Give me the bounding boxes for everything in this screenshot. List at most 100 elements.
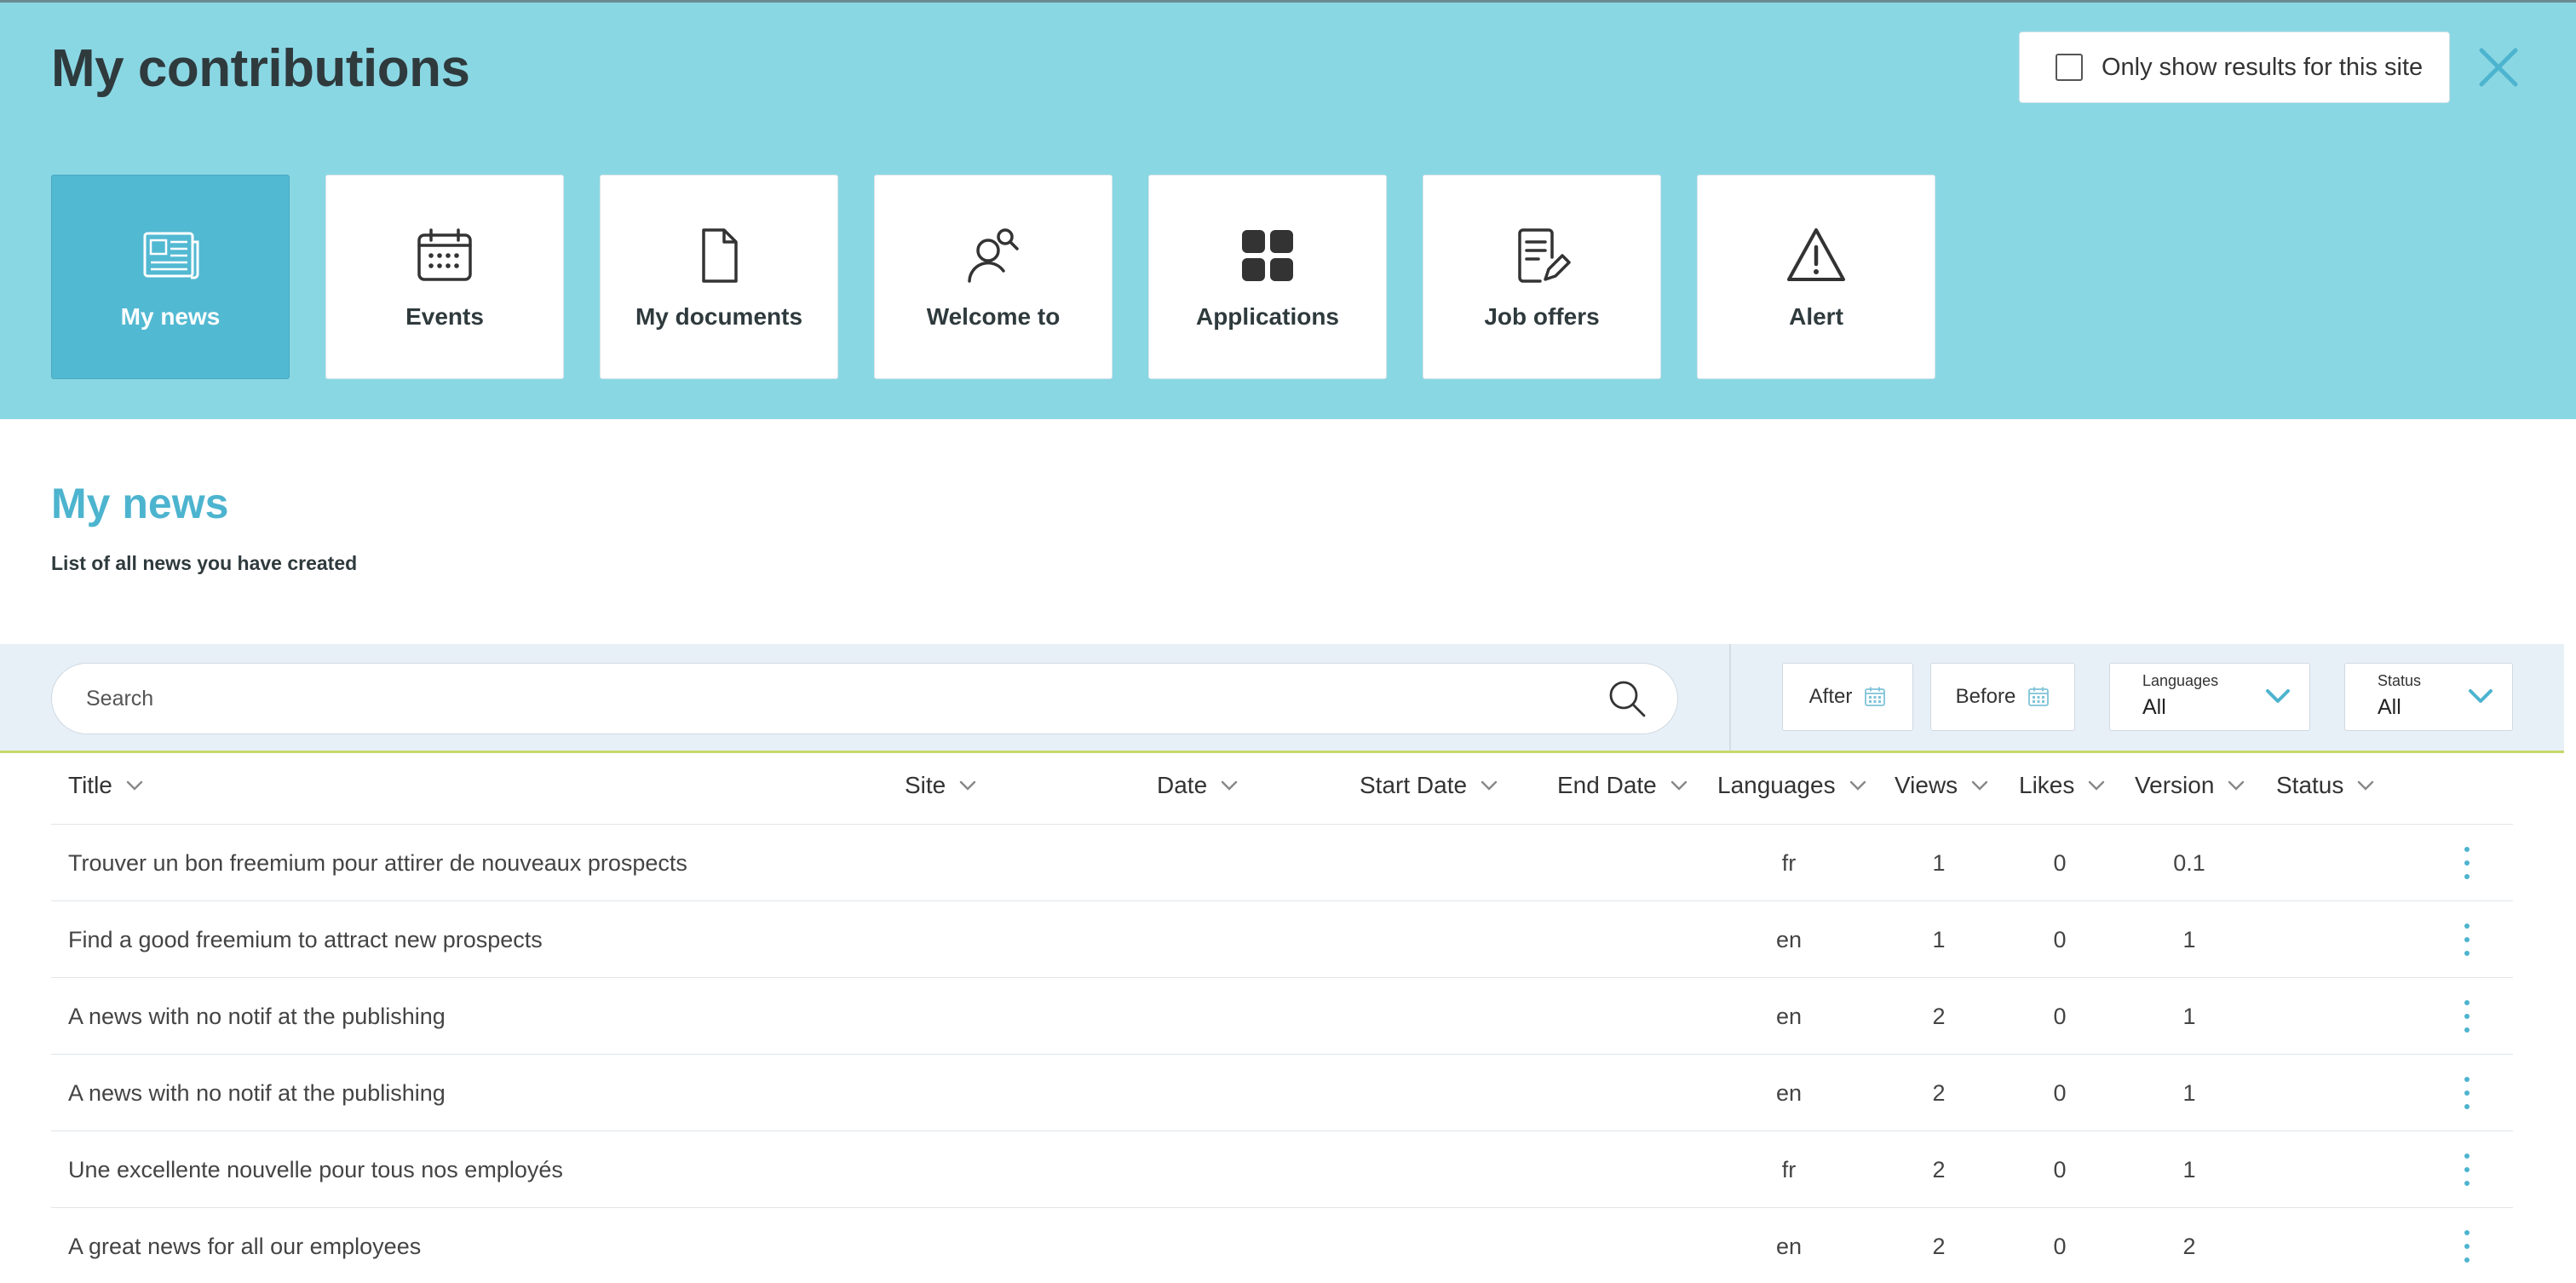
- table-body: Trouver un bon freemium pour attirer de …: [51, 825, 2513, 1283]
- tile-job-offers[interactable]: Job offers: [1423, 175, 1661, 379]
- tile-label: Job offers: [1484, 303, 1600, 330]
- status-select-label: Status: [2378, 672, 2422, 689]
- sort-chevron-icon: [126, 780, 143, 791]
- after-date-button[interactable]: After: [1782, 663, 1913, 731]
- cell-views: 2: [1932, 1234, 1946, 1259]
- sort-chevron-icon: [1670, 780, 1687, 791]
- chevron-down-icon: [2469, 689, 2493, 703]
- close-icon[interactable]: [2475, 43, 2522, 91]
- more-vertical-icon[interactable]: [2458, 997, 2475, 1036]
- languages-select-label: Languages: [2142, 672, 2219, 689]
- tile-label: My news: [120, 303, 221, 330]
- tile-label: Applications: [1195, 303, 1339, 330]
- column-header-likes[interactable]: Likes: [2019, 772, 2105, 799]
- calendar-icon: [2028, 687, 2050, 706]
- sort-chevron-icon: [960, 780, 976, 791]
- tile-applications[interactable]: Applications: [1148, 175, 1387, 379]
- search-input[interactable]: [86, 686, 1607, 711]
- table-row[interactable]: A news with no notif at the publishing en…: [51, 978, 2513, 1055]
- column-header-label: Title: [68, 772, 112, 798]
- after-label: After: [1808, 685, 1853, 708]
- tile-label: My documents: [635, 303, 803, 330]
- sort-chevron-icon: [1221, 780, 1238, 791]
- table-row[interactable]: A news with no notif at the publishing en…: [51, 1055, 2513, 1131]
- tile-events[interactable]: Events: [325, 175, 564, 379]
- sort-chevron-icon: [1971, 780, 1988, 791]
- table-row[interactable]: A great news for all our employees en 2 0 2: [51, 1208, 2513, 1283]
- sort-chevron-icon: [1481, 780, 1498, 791]
- column-header-status[interactable]: Status: [2276, 772, 2374, 799]
- search-box[interactable]: [51, 663, 1678, 734]
- languages-select-value: All: [2142, 695, 2166, 719]
- table-row[interactable]: Find a good freemium to attract new pros…: [51, 901, 2513, 978]
- column-header-languages[interactable]: Languages: [1717, 772, 1866, 799]
- newspaper-icon: [143, 232, 199, 279]
- cell-likes: 0: [2053, 1234, 2067, 1259]
- column-header-start-date[interactable]: Start Date: [1360, 772, 1498, 799]
- languages-select[interactable]: Languages All: [2109, 663, 2310, 731]
- cell-views: 2: [1932, 1157, 1946, 1182]
- column-header-title[interactable]: Title: [68, 772, 143, 799]
- tile-welcome-to[interactable]: Welcome to: [874, 175, 1113, 379]
- filter-bar: After Before Languages All Status All: [0, 644, 2564, 753]
- search-icon[interactable]: [1607, 679, 1647, 718]
- edit-document-icon: [1518, 228, 1571, 283]
- cell-title: Trouver un bon freemium pour attirer de …: [68, 850, 687, 876]
- column-header-version[interactable]: Version: [2135, 772, 2245, 799]
- before-date-button[interactable]: Before: [1930, 663, 2075, 731]
- column-header-views[interactable]: Views: [1895, 772, 1988, 799]
- site-filter-label: Only show results for this site: [2102, 53, 2424, 81]
- more-vertical-icon[interactable]: [2458, 1227, 2475, 1266]
- tile-label: Events: [405, 303, 484, 330]
- site-filter-toggle[interactable]: Only show results for this site: [2019, 32, 2450, 103]
- more-vertical-icon[interactable]: [2458, 843, 2475, 883]
- column-header-label: Likes: [2019, 772, 2075, 798]
- column-header-label: Date: [1157, 772, 1208, 798]
- cell-language: en: [1775, 1004, 1803, 1029]
- cell-title: A news with no notif at the publishing: [68, 1080, 446, 1106]
- calendar-icon: [417, 228, 472, 281]
- tile-my-news[interactable]: My news: [51, 175, 290, 379]
- cell-title: Find a good freemium to attract new pros…: [68, 927, 543, 952]
- status-select[interactable]: Status All: [2344, 663, 2513, 731]
- column-header-label: Site: [905, 772, 946, 798]
- cell-language: en: [1775, 1080, 1803, 1106]
- cell-views: 1: [1932, 850, 1946, 876]
- table-row[interactable]: Trouver un bon freemium pour attirer de …: [51, 825, 2513, 901]
- cell-title: A great news for all our employees: [68, 1234, 422, 1259]
- column-header-end-date[interactable]: End Date: [1557, 772, 1688, 799]
- column-header-site[interactable]: Site: [905, 772, 976, 799]
- column-header-date[interactable]: Date: [1157, 772, 1238, 799]
- cell-likes: 0: [2053, 1004, 2067, 1029]
- table-row[interactable]: Une excellente nouvelle pour tous nos em…: [51, 1131, 2513, 1208]
- tile-label: Alert: [1789, 303, 1843, 330]
- cell-version: 1: [2182, 1080, 2196, 1106]
- site-filter-checkbox[interactable]: [2056, 54, 2083, 81]
- warning-icon: [1787, 228, 1845, 281]
- tile-alert[interactable]: Alert: [1697, 175, 1935, 379]
- before-label: Before: [1955, 685, 2016, 708]
- column-header-label: Start Date: [1360, 772, 1468, 798]
- more-vertical-icon[interactable]: [2458, 1150, 2475, 1189]
- tile-my-documents[interactable]: My documents: [600, 175, 838, 379]
- category-tiles: My news Events My documents Welcome to A…: [51, 175, 1935, 379]
- column-header-label: End Date: [1557, 772, 1657, 798]
- cell-likes: 0: [2053, 1080, 2067, 1106]
- cell-likes: 0: [2053, 927, 2067, 952]
- cell-views: 2: [1932, 1080, 1946, 1106]
- tile-label: Welcome to: [926, 303, 1061, 330]
- cell-views: 2: [1932, 1004, 1946, 1029]
- page-title: My contributions: [51, 39, 470, 98]
- cell-version: 2: [2182, 1234, 2196, 1259]
- column-header-label: Status: [2276, 772, 2344, 798]
- more-vertical-icon[interactable]: [2458, 1073, 2475, 1113]
- cell-version: 1: [2182, 927, 2196, 952]
- cell-title: Une excellente nouvelle pour tous nos em…: [68, 1157, 563, 1182]
- table-header: Title Site Date Start Date End Date Languages…: [51, 753, 2513, 825]
- cell-version: 1: [2182, 1004, 2196, 1029]
- more-vertical-icon[interactable]: [2458, 920, 2475, 959]
- status-select-value: All: [2378, 695, 2401, 719]
- column-header-label: Version: [2135, 772, 2215, 798]
- cell-likes: 0: [2053, 850, 2067, 876]
- cell-language: fr: [1781, 1157, 1797, 1182]
